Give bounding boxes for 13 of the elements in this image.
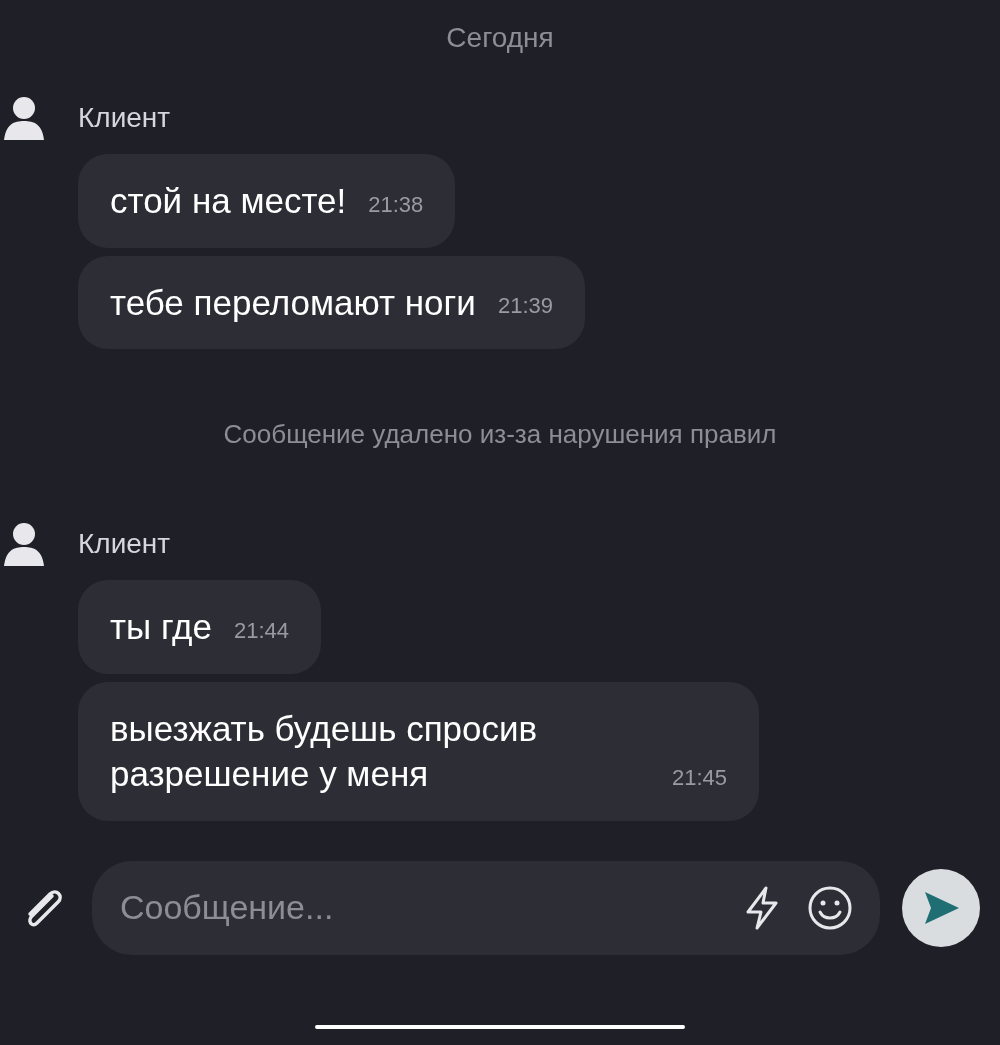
system-notice: Сообщение удалено из-за нарушения правил bbox=[223, 419, 777, 450]
message-input[interactable]: Сообщение... bbox=[92, 860, 880, 955]
date-separator: Сегодня bbox=[446, 22, 554, 54]
message-time: 21:39 bbox=[497, 293, 553, 320]
message-time: 21:45 bbox=[672, 764, 728, 792]
message-text: ты где bbox=[110, 606, 212, 648]
message-text: выезжать будешь спросив разрешение у меня bbox=[110, 707, 539, 795]
message-time: 21:38 bbox=[368, 191, 424, 219]
message-text: тебе переломают ноги bbox=[110, 281, 476, 324]
message-text: стой на месте! bbox=[110, 180, 347, 222]
sender-name: Клиент bbox=[78, 102, 171, 134]
sender-name: Клиент bbox=[78, 528, 171, 560]
message-time: 21:44 bbox=[234, 617, 290, 645]
